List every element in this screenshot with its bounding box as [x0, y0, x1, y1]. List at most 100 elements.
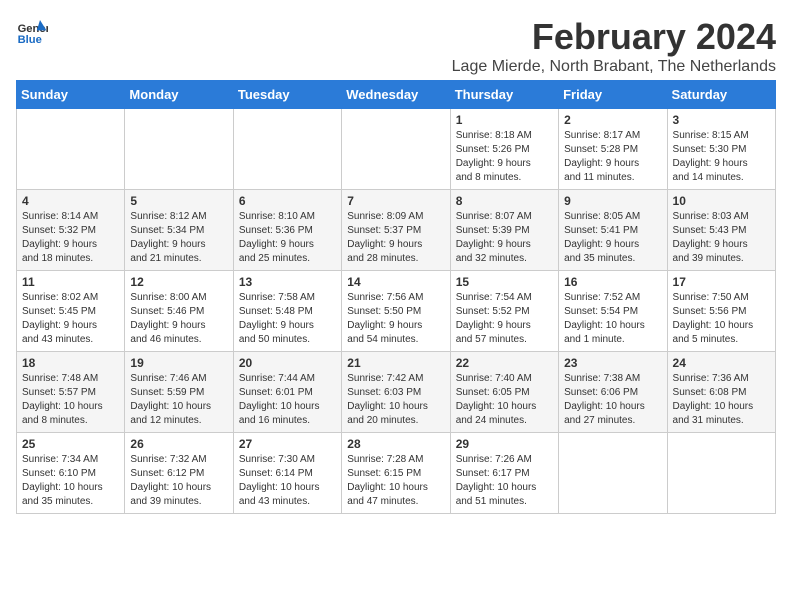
calendar-cell: 9Sunrise: 8:05 AM Sunset: 5:41 PM Daylig… — [559, 190, 667, 271]
day-number: 11 — [22, 275, 119, 289]
weekday-header-row: SundayMondayTuesdayWednesdayThursdayFrid… — [17, 81, 776, 109]
logo-icon: General Blue — [16, 16, 48, 48]
day-info: Sunrise: 7:56 AM Sunset: 5:50 PM Dayligh… — [347, 291, 444, 347]
day-number: 27 — [239, 437, 336, 451]
calendar-cell: 15Sunrise: 7:54 AM Sunset: 5:52 PM Dayli… — [450, 271, 558, 352]
day-info: Sunrise: 7:26 AM Sunset: 6:17 PM Dayligh… — [456, 453, 553, 509]
day-number: 22 — [456, 356, 553, 370]
calendar-cell — [233, 109, 341, 190]
calendar-cell: 17Sunrise: 7:50 AM Sunset: 5:56 PM Dayli… — [667, 271, 775, 352]
calendar-week-row: 1Sunrise: 8:18 AM Sunset: 5:26 PM Daylig… — [17, 109, 776, 190]
calendar-cell: 27 Sunrise: 7:30 AM Sunset: 6:14 PM Dayli… — [233, 433, 341, 514]
day-number: 3 — [673, 113, 770, 127]
day-number: 10 — [673, 194, 770, 208]
calendar-cell: 29 Sunrise: 7:26 AM Sunset: 6:17 PM Dayli… — [450, 433, 558, 514]
day-number: 25 — [22, 437, 119, 451]
day-info: Sunrise: 8:03 AM Sunset: 5:43 PM Dayligh… — [673, 210, 770, 266]
calendar-cell: 20Sunrise: 7:44 AM Sunset: 6:01 PM Dayli… — [233, 352, 341, 433]
day-info: Sunrise: 7:42 AM Sunset: 6:03 PM Dayligh… — [347, 372, 444, 428]
calendar-cell: 16 Sunrise: 7:52 AM Sunset: 5:54 PM Dayli… — [559, 271, 667, 352]
calendar-cell: 4 Sunrise: 8:14 AM Sunset: 5:32 PM Daylig… — [17, 190, 125, 271]
day-info: Sunrise: 7:58 AM Sunset: 5:48 PM Dayligh… — [239, 291, 336, 347]
day-info: Sunrise: 7:52 AM Sunset: 5:54 PM Dayligh… — [564, 291, 661, 347]
calendar-cell: 21 Sunrise: 7:42 AM Sunset: 6:03 PM Dayli… — [342, 352, 450, 433]
weekday-header: Tuesday — [233, 81, 341, 109]
day-info: Sunrise: 7:54 AM Sunset: 5:52 PM Dayligh… — [456, 291, 553, 347]
day-info: Sunrise: 7:28 AM Sunset: 6:15 PM Dayligh… — [347, 453, 444, 509]
day-number: 5 — [130, 194, 227, 208]
calendar-cell: 24 Sunrise: 7:36 AM Sunset: 6:08 PM Dayli… — [667, 352, 775, 433]
day-number: 23 — [564, 356, 661, 370]
day-number: 24 — [673, 356, 770, 370]
day-info: Sunrise: 8:00 AM Sunset: 5:46 PM Dayligh… — [130, 291, 227, 347]
calendar-cell — [342, 109, 450, 190]
calendar-week-row: 11 Sunrise: 8:02 AM Sunset: 5:45 PM Dayli… — [17, 271, 776, 352]
day-info: Sunrise: 7:30 AM Sunset: 6:14 PM Dayligh… — [239, 453, 336, 509]
logo: General Blue — [16, 16, 48, 48]
calendar-cell: 1Sunrise: 8:18 AM Sunset: 5:26 PM Daylig… — [450, 109, 558, 190]
day-info: Sunrise: 7:34 AM Sunset: 6:10 PM Dayligh… — [22, 453, 119, 509]
day-number: 8 — [456, 194, 553, 208]
weekday-header: Monday — [125, 81, 233, 109]
calendar-cell: 6 Sunrise: 8:10 AM Sunset: 5:36 PM Daylig… — [233, 190, 341, 271]
day-info: Sunrise: 8:15 AM Sunset: 5:30 PM Dayligh… — [673, 129, 770, 185]
calendar-cell: 14Sunrise: 7:56 AM Sunset: 5:50 PM Dayli… — [342, 271, 450, 352]
location-subtitle: Lage Mierde, North Brabant, The Netherla… — [452, 58, 776, 76]
weekday-header: Sunday — [17, 81, 125, 109]
day-info: Sunrise: 8:07 AM Sunset: 5:39 PM Dayligh… — [456, 210, 553, 266]
day-info: Sunrise: 8:09 AM Sunset: 5:37 PM Dayligh… — [347, 210, 444, 266]
day-info: Sunrise: 7:36 AM Sunset: 6:08 PM Dayligh… — [673, 372, 770, 428]
calendar-cell: 18 Sunrise: 7:48 AM Sunset: 5:57 PM Dayli… — [17, 352, 125, 433]
day-info: Sunrise: 8:10 AM Sunset: 5:36 PM Dayligh… — [239, 210, 336, 266]
calendar-cell: 8 Sunrise: 8:07 AM Sunset: 5:39 PM Daylig… — [450, 190, 558, 271]
weekday-header: Friday — [559, 81, 667, 109]
day-info: Sunrise: 7:48 AM Sunset: 5:57 PM Dayligh… — [22, 372, 119, 428]
day-info: Sunrise: 8:18 AM Sunset: 5:26 PM Dayligh… — [456, 129, 553, 185]
day-info: Sunrise: 8:12 AM Sunset: 5:34 PM Dayligh… — [130, 210, 227, 266]
title-area: February 2024 Lage Mierde, North Brabant… — [452, 16, 776, 76]
calendar-cell — [559, 433, 667, 514]
day-info: Sunrise: 8:14 AM Sunset: 5:32 PM Dayligh… — [22, 210, 119, 266]
day-number: 13 — [239, 275, 336, 289]
day-number: 29 — [456, 437, 553, 451]
svg-text:Blue: Blue — [18, 34, 42, 46]
day-number: 21 — [347, 356, 444, 370]
day-number: 18 — [22, 356, 119, 370]
day-number: 6 — [239, 194, 336, 208]
weekday-header: Saturday — [667, 81, 775, 109]
page-header: General Blue February 2024 Lage Mierde, … — [16, 16, 776, 76]
calendar-cell: 2 Sunrise: 8:17 AM Sunset: 5:28 PM Daylig… — [559, 109, 667, 190]
calendar-cell — [17, 109, 125, 190]
calendar-cell: 10 Sunrise: 8:03 AM Sunset: 5:43 PM Dayli… — [667, 190, 775, 271]
day-number: 4 — [22, 194, 119, 208]
calendar-cell: 19 Sunrise: 7:46 AM Sunset: 5:59 PM Dayli… — [125, 352, 233, 433]
day-number: 2 — [564, 113, 661, 127]
day-info: Sunrise: 7:50 AM Sunset: 5:56 PM Dayligh… — [673, 291, 770, 347]
calendar-week-row: 18 Sunrise: 7:48 AM Sunset: 5:57 PM Dayli… — [17, 352, 776, 433]
day-info: Sunrise: 8:02 AM Sunset: 5:45 PM Dayligh… — [22, 291, 119, 347]
calendar-cell — [125, 109, 233, 190]
day-info: Sunrise: 8:17 AM Sunset: 5:28 PM Dayligh… — [564, 129, 661, 185]
day-number: 20 — [239, 356, 336, 370]
calendar-cell: 22Sunrise: 7:40 AM Sunset: 6:05 PM Dayli… — [450, 352, 558, 433]
weekday-header: Wednesday — [342, 81, 450, 109]
calendar-cell: 5 Sunrise: 8:12 AM Sunset: 5:34 PM Daylig… — [125, 190, 233, 271]
day-number: 12 — [130, 275, 227, 289]
calendar-cell: 11 Sunrise: 8:02 AM Sunset: 5:45 PM Dayli… — [17, 271, 125, 352]
calendar-cell: 26Sunrise: 7:32 AM Sunset: 6:12 PM Dayli… — [125, 433, 233, 514]
day-number: 16 — [564, 275, 661, 289]
calendar-cell: 13 Sunrise: 7:58 AM Sunset: 5:48 PM Dayli… — [233, 271, 341, 352]
calendar-cell: 25 Sunrise: 7:34 AM Sunset: 6:10 PM Dayli… — [17, 433, 125, 514]
calendar-cell: 28 Sunrise: 7:28 AM Sunset: 6:15 PM Dayli… — [342, 433, 450, 514]
day-number: 28 — [347, 437, 444, 451]
calendar-cell — [667, 433, 775, 514]
day-info: Sunrise: 7:38 AM Sunset: 6:06 PM Dayligh… — [564, 372, 661, 428]
weekday-header: Thursday — [450, 81, 558, 109]
day-number: 7 — [347, 194, 444, 208]
day-info: Sunrise: 7:46 AM Sunset: 5:59 PM Dayligh… — [130, 372, 227, 428]
calendar-cell: 23 Sunrise: 7:38 AM Sunset: 6:06 PM Dayli… — [559, 352, 667, 433]
calendar-week-row: 4 Sunrise: 8:14 AM Sunset: 5:32 PM Daylig… — [17, 190, 776, 271]
day-number: 26 — [130, 437, 227, 451]
day-number: 19 — [130, 356, 227, 370]
calendar-week-row: 25 Sunrise: 7:34 AM Sunset: 6:10 PM Dayli… — [17, 433, 776, 514]
